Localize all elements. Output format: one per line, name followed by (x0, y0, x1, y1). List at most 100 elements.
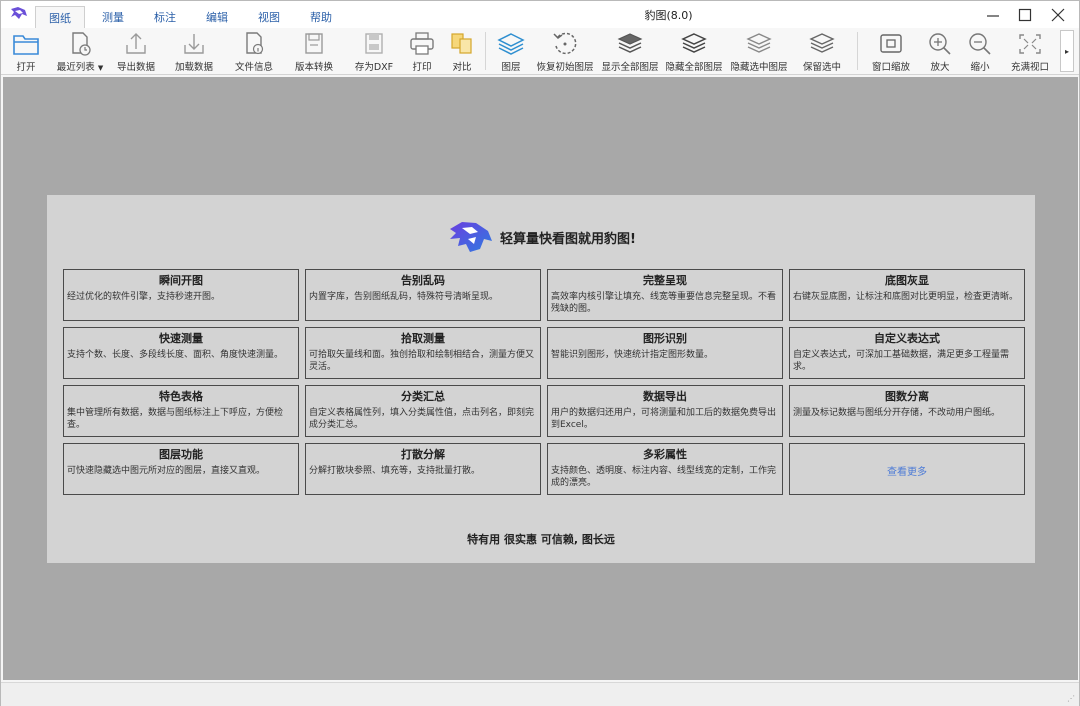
feature-desc: 分解打散块参照、填充等，支持批量打散。 (309, 466, 481, 476)
feature-card: 告别乱码内置字库，告别图纸乱码，特殊符号清晰呈现。 (305, 269, 541, 321)
feature-desc: 支持颜色、透明度、标注内容、线型线宽的定制，工作完成的漂亮。 (551, 466, 777, 488)
feature-card: 自定义表达式自定义表达式，可深加工基础数据，满足更多工程量需求。 (789, 327, 1025, 379)
fit-view-button[interactable]: 充满视口 (1006, 28, 1054, 74)
feature-desc: 高效率内核引擎让填充、线宽等重要信息完整呈现。不看残缺的图。 (551, 292, 777, 314)
minimize-icon (987, 14, 999, 17)
feature-title: 打散分解 (401, 448, 445, 461)
see-more-card[interactable]: 查看更多 (789, 443, 1025, 495)
feature-title: 底图灰显 (885, 274, 929, 287)
window-title: 豹图(8.0) (644, 9, 693, 22)
feature-card: 完整呈现 高效率内核引擎让填充、线宽等重要信息完整呈现。不看残缺的图。 (547, 269, 783, 321)
resize-grip-icon[interactable]: ⋰ (1067, 694, 1075, 703)
file-info-button[interactable]: 文件信息 (231, 28, 277, 74)
feature-title: 告别乱码 (401, 274, 445, 287)
feature-desc: 内置字库，告别图纸乱码，特殊符号清晰呈现。 (309, 292, 499, 302)
see-more-link[interactable]: 查看更多 (887, 463, 927, 478)
recent-list-label: 最近列表 ▼ (56, 62, 104, 73)
restore-layers-button[interactable]: 恢复初始图层 (533, 28, 597, 74)
restore-icon (553, 32, 577, 55)
feature-desc: 智能识别图形，快速统计指定图形数量。 (551, 350, 714, 360)
layers-button[interactable]: 图层 (492, 28, 530, 74)
feature-title: 多彩属性 (643, 448, 687, 461)
feature-card: 瞬间开图 经过优化的软件引擎，支持秒速开图。 (63, 269, 299, 321)
zoom-in-button[interactable]: 放大 (924, 28, 956, 74)
feature-desc: 右键灰显底图，让标注和底图对比更明显，检查更清晰。 (793, 292, 1019, 302)
feature-card: 快速测量 支持个数、长度、多段线长度、面积、角度快速测量。 (63, 327, 299, 379)
feature-title: 快速测量 (159, 332, 203, 345)
layers-icon (497, 33, 525, 55)
keep-layer-icon (809, 33, 835, 53)
stacked-layers-icon (617, 33, 643, 53)
print-button[interactable]: 打印 (404, 28, 440, 74)
feature-title: 数据导出 (643, 390, 687, 403)
hide-selected-layers-icon (746, 33, 772, 53)
feature-title: 拾取测量 (401, 332, 445, 345)
drawing-canvas[interactable]: 轻算量快看图就用豹图! 瞬间开图 经过优化的软件引擎，支持秒速开图。 告别乱码内置… (3, 77, 1078, 680)
feature-card: 图数分离 测量及标记数据与图纸分开存储，不改动用户图纸。 (789, 385, 1025, 437)
open-label: 打开 (16, 62, 36, 73)
feature-desc: 可拾取矢量线和面。独创拾取和绘制相结合，测量方便又灵活。 (309, 350, 535, 372)
toolbar-divider (485, 32, 486, 70)
close-icon (1051, 8, 1065, 21)
export-data-button[interactable]: 导出数据 (113, 28, 159, 74)
compare-label: 对比 (452, 62, 472, 73)
save-convert-icon (305, 33, 323, 54)
load-data-label: 加载数据 (174, 62, 213, 73)
printer-icon (410, 32, 434, 55)
feature-desc: 用户的数据归还用户，可将测量和加工后的数据免费导出到Excel。 (551, 408, 777, 430)
zoom-out-icon (969, 33, 991, 55)
load-data-button[interactable]: 加载数据 (171, 28, 217, 74)
feature-desc: 自定义表达式，可深加工基础数据，满足更多工程量需求。 (793, 350, 1010, 372)
keep-selected-button[interactable]: 保留选中 (798, 28, 846, 74)
file-info-icon (246, 32, 264, 55)
feature-card: 特色表格 集中管理所有数据，数据与图纸标注上下呼应，方便检查。 (63, 385, 299, 437)
hide-selected-layers-button[interactable]: 隐藏选中图层 (728, 28, 790, 74)
export-data-label: 导出数据 (116, 62, 155, 73)
zoom-in-icon (929, 33, 951, 55)
feature-title: 瞬间开图 (159, 274, 203, 287)
recent-list-button[interactable]: 最近列表 ▼ (53, 28, 107, 74)
show-all-layers-button[interactable]: 显示全部图层 (599, 28, 661, 74)
feature-title: 图数分离 (885, 390, 929, 403)
open-button[interactable]: 打开 (5, 28, 47, 74)
window-zoom-button[interactable]: 窗口缩放 (867, 28, 915, 74)
close-button[interactable] (1043, 1, 1073, 28)
welcome-banner: 轻算量快看图就用豹图! (47, 217, 1035, 257)
title-bar: 图纸 测量 标注 编辑 视图 帮助 豹图(8.0) (1, 1, 1079, 28)
feature-card: 图层功能 可快速隐藏选中图元所对应的图层，直接又直观。 (63, 443, 299, 495)
feature-card: 图形识别 智能识别图形，快速统计指定图形数量。 (547, 327, 783, 379)
download-icon (184, 34, 204, 54)
zoom-out-button[interactable]: 缩小 (964, 28, 996, 74)
save-dxf-button[interactable]: 存为DXF (351, 28, 397, 74)
leopard-logo-icon (450, 222, 493, 252)
feature-title: 自定义表达式 (874, 332, 940, 345)
show-all-layers-label: 显示全部图层 (601, 62, 659, 73)
hidden-layers-icon (681, 33, 707, 53)
recent-file-icon (72, 32, 91, 56)
version-convert-button[interactable]: 版本转换 (291, 28, 337, 74)
feature-desc: 集中管理所有数据，数据与图纸标注上下呼应，方便检查。 (67, 408, 284, 430)
save-dxf-label: 存为DXF (354, 62, 394, 73)
fit-view-icon (1019, 34, 1041, 54)
file-info-label: 文件信息 (234, 62, 273, 73)
hide-all-layers-button[interactable]: 隐藏全部图层 (663, 28, 725, 74)
footer-slogan: 特有用 很实惠 可信赖, 图长远 (467, 533, 615, 546)
maximize-button[interactable] (1010, 1, 1040, 28)
feature-card: 数据导出用户的数据归还用户，可将测量和加工后的数据免费导出到Excel。 (547, 385, 783, 437)
toolbar-divider (857, 32, 858, 70)
feature-desc: 自定义表格属性列，填入分类属性值，点击列名，即刻完成分类汇总。 (309, 408, 535, 430)
window-zoom-label: 窗口缩放 (871, 62, 910, 73)
compare-icon (451, 33, 472, 54)
welcome-panel: 轻算量快看图就用豹图! 瞬间开图 经过优化的软件引擎，支持秒速开图。 告别乱码内置… (47, 195, 1035, 563)
zoom-out-label: 缩小 (970, 62, 990, 73)
upload-icon (126, 33, 146, 54)
feature-grid: 瞬间开图 经过优化的软件引擎，支持秒速开图。 告别乱码内置字库，告别图纸乱码，特殊… (63, 269, 1025, 495)
hide-all-layers-label: 隐藏全部图层 (665, 62, 723, 73)
ribbon-scroll-right-button[interactable]: ▸ (1060, 30, 1074, 72)
minimize-button[interactable] (978, 1, 1008, 28)
feature-card: 多彩属性支持颜色、透明度、标注内容、线型线宽的定制，工作完成的漂亮。 (547, 443, 783, 495)
feature-card: 打散分解分解打散块参照、填充等，支持批量打散。 (305, 443, 541, 495)
window-zoom-icon (880, 34, 902, 53)
compare-button[interactable]: 对比 (446, 28, 478, 74)
save-dxf-icon (365, 33, 383, 54)
